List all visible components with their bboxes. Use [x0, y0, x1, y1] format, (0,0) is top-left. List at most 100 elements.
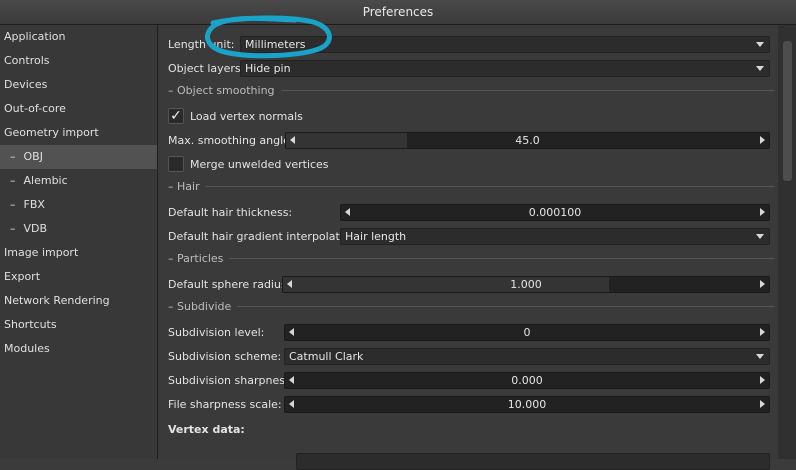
- section-subdivide: – Subdivide: [168, 298, 774, 314]
- hair-thickness-slider[interactable]: 0.000100: [340, 204, 770, 221]
- subdivision-scheme-value: Catmull Clark: [289, 350, 364, 363]
- sphere-radius-slider[interactable]: 1.000: [282, 276, 770, 293]
- section-divider: [229, 257, 774, 259]
- sidebar-item-label: Devices: [4, 78, 48, 91]
- window-title-bar: Preferences: [0, 0, 796, 25]
- increment-arrow-icon[interactable]: [760, 328, 765, 336]
- sidebar-item-modules[interactable]: Modules: [0, 337, 157, 361]
- subdivision-level-value: 0: [523, 326, 531, 339]
- section-object-smoothing: – Object smoothing: [168, 82, 774, 98]
- section-divider: [205, 185, 774, 187]
- sidebar-item-label: Export: [4, 270, 41, 283]
- section-title: Particles: [177, 251, 224, 265]
- subdivision-level-slider[interactable]: 0: [284, 324, 770, 341]
- sidebar-item-label: Controls: [4, 54, 50, 67]
- sidebar-item-application[interactable]: Application: [0, 25, 157, 49]
- file-sharpness-scale-label: File sharpness scale:: [168, 397, 282, 411]
- section-dash: –: [168, 179, 174, 193]
- sidebar-item-label: Modules: [4, 342, 50, 355]
- max-smoothing-angle-value: 45.0: [515, 134, 540, 147]
- window-title: Preferences: [362, 5, 434, 19]
- sidebar-item-label: Out-of-core: [4, 102, 66, 115]
- scrollbar[interactable]: [778, 25, 796, 459]
- hair-gradient-label: Default hair gradient interpolation:: [168, 229, 361, 243]
- subdivision-scheme-label: Subdivision scheme:: [168, 349, 282, 363]
- sidebar-item-label: Application: [4, 30, 66, 43]
- sidebar-item-controls[interactable]: Controls: [0, 49, 157, 73]
- max-smoothing-angle-slider[interactable]: 45.0: [285, 132, 770, 149]
- sidebar-item-export[interactable]: Export: [0, 265, 157, 289]
- object-layers-label: Object layers:: [168, 61, 245, 75]
- hair-thickness-label: Default hair thickness:: [168, 205, 293, 219]
- checkmark-icon: ✓: [170, 108, 182, 124]
- sidebar-item-obj[interactable]: – OBJ: [0, 145, 157, 169]
- max-smoothing-angle-label: Max. smoothing angle:: [168, 133, 294, 147]
- sidebar: Application Controls Devices Out-of-core Geo…: [0, 25, 158, 459]
- vertex-data-row: Vertex data:: [168, 419, 774, 439]
- merge-unwelded-label: Merge unwelded vertices: [190, 157, 329, 171]
- sidebar-item-network-rendering[interactable]: Network Rendering: [0, 289, 157, 313]
- section-dash: –: [168, 83, 174, 97]
- section-title: Hair: [177, 179, 200, 193]
- chevron-down-icon: [756, 42, 764, 47]
- sidebar-item-geometry-import[interactable]: Geometry import: [0, 121, 157, 145]
- subdivision-level-label: Subdivision level:: [168, 325, 265, 339]
- sidebar-item-fbx[interactable]: – FBX: [0, 193, 157, 217]
- sidebar-item-shortcuts[interactable]: Shortcuts: [0, 313, 157, 337]
- merge-unwelded-checkbox[interactable]: [168, 156, 184, 172]
- object-layers-value: Hide pin: [245, 62, 291, 75]
- sidebar-item-devices[interactable]: Devices: [0, 73, 157, 97]
- tree-dash: –: [10, 150, 16, 163]
- section-particles: – Particles: [168, 250, 774, 266]
- section-hair: – Hair: [168, 178, 774, 194]
- sidebar-item-label: OBJ: [23, 150, 43, 163]
- chevron-down-icon: [756, 354, 764, 359]
- section-dash: –: [168, 299, 174, 313]
- sidebar-item-image-import[interactable]: Image import: [0, 241, 157, 265]
- section-title: Subdivide: [177, 299, 232, 313]
- sidebar-item-label: VDB: [23, 222, 48, 235]
- chevron-down-icon: [756, 66, 764, 71]
- load-vertex-normals-checkbox[interactable]: ✓: [168, 108, 184, 124]
- load-vertex-normals-label: Load vertex normals: [190, 109, 303, 123]
- partial-dropdown[interactable]: [296, 453, 770, 470]
- sidebar-item-label: Image import: [4, 246, 79, 259]
- sidebar-item-out-of-core[interactable]: Out-of-core: [0, 97, 157, 121]
- merge-unwelded-row: Merge unwelded vertices: [168, 154, 774, 174]
- section-dash: –: [168, 251, 174, 265]
- tree-dash: –: [10, 198, 16, 211]
- sidebar-item-vdb[interactable]: – VDB: [0, 217, 157, 241]
- section-divider: [237, 305, 774, 307]
- load-vertex-normals-row: ✓ Load vertex normals: [168, 106, 774, 126]
- increment-arrow-icon[interactable]: [760, 376, 765, 384]
- file-sharpness-scale-slider[interactable]: 10.000: [284, 396, 770, 413]
- subdivision-sharpness-label: Subdivision sharpness:: [168, 373, 295, 387]
- hair-thickness-value: 0.000100: [528, 206, 582, 219]
- section-title: Object smoothing: [177, 83, 275, 97]
- scrollbar-thumb[interactable]: [783, 41, 792, 181]
- section-divider: [280, 89, 774, 91]
- sphere-radius-label: Default sphere radius:: [168, 277, 291, 291]
- increment-arrow-icon[interactable]: [760, 400, 765, 408]
- sidebar-item-label: Alembic: [23, 174, 68, 187]
- preferences-panel: Length unit: Millimeters Object layers: …: [158, 25, 796, 470]
- hair-gradient-value: Hair length: [345, 230, 407, 243]
- increment-arrow-icon[interactable]: [760, 136, 765, 144]
- subdivision-sharpness-value: 0.000: [511, 374, 543, 387]
- sidebar-item-label: Network Rendering: [4, 294, 110, 307]
- chevron-down-icon: [756, 234, 764, 239]
- file-sharpness-scale-value: 10.000: [507, 398, 547, 411]
- subdivision-scheme-dropdown[interactable]: Catmull Clark: [284, 348, 770, 365]
- hair-gradient-dropdown[interactable]: Hair length: [340, 228, 770, 245]
- sphere-radius-value: 1.000: [510, 278, 542, 291]
- tree-dash: –: [10, 222, 16, 235]
- sidebar-item-label: Shortcuts: [4, 318, 57, 331]
- sidebar-item-alembic[interactable]: – Alembic: [0, 169, 157, 193]
- subdivision-sharpness-slider[interactable]: 0.000: [284, 372, 770, 389]
- sidebar-item-label: Geometry import: [4, 126, 99, 139]
- tree-dash: –: [10, 174, 16, 187]
- increment-arrow-icon[interactable]: [760, 280, 765, 288]
- vertex-data-heading: Vertex data:: [168, 422, 245, 436]
- increment-arrow-icon[interactable]: [760, 208, 765, 216]
- annotation-circle: [205, 15, 332, 59]
